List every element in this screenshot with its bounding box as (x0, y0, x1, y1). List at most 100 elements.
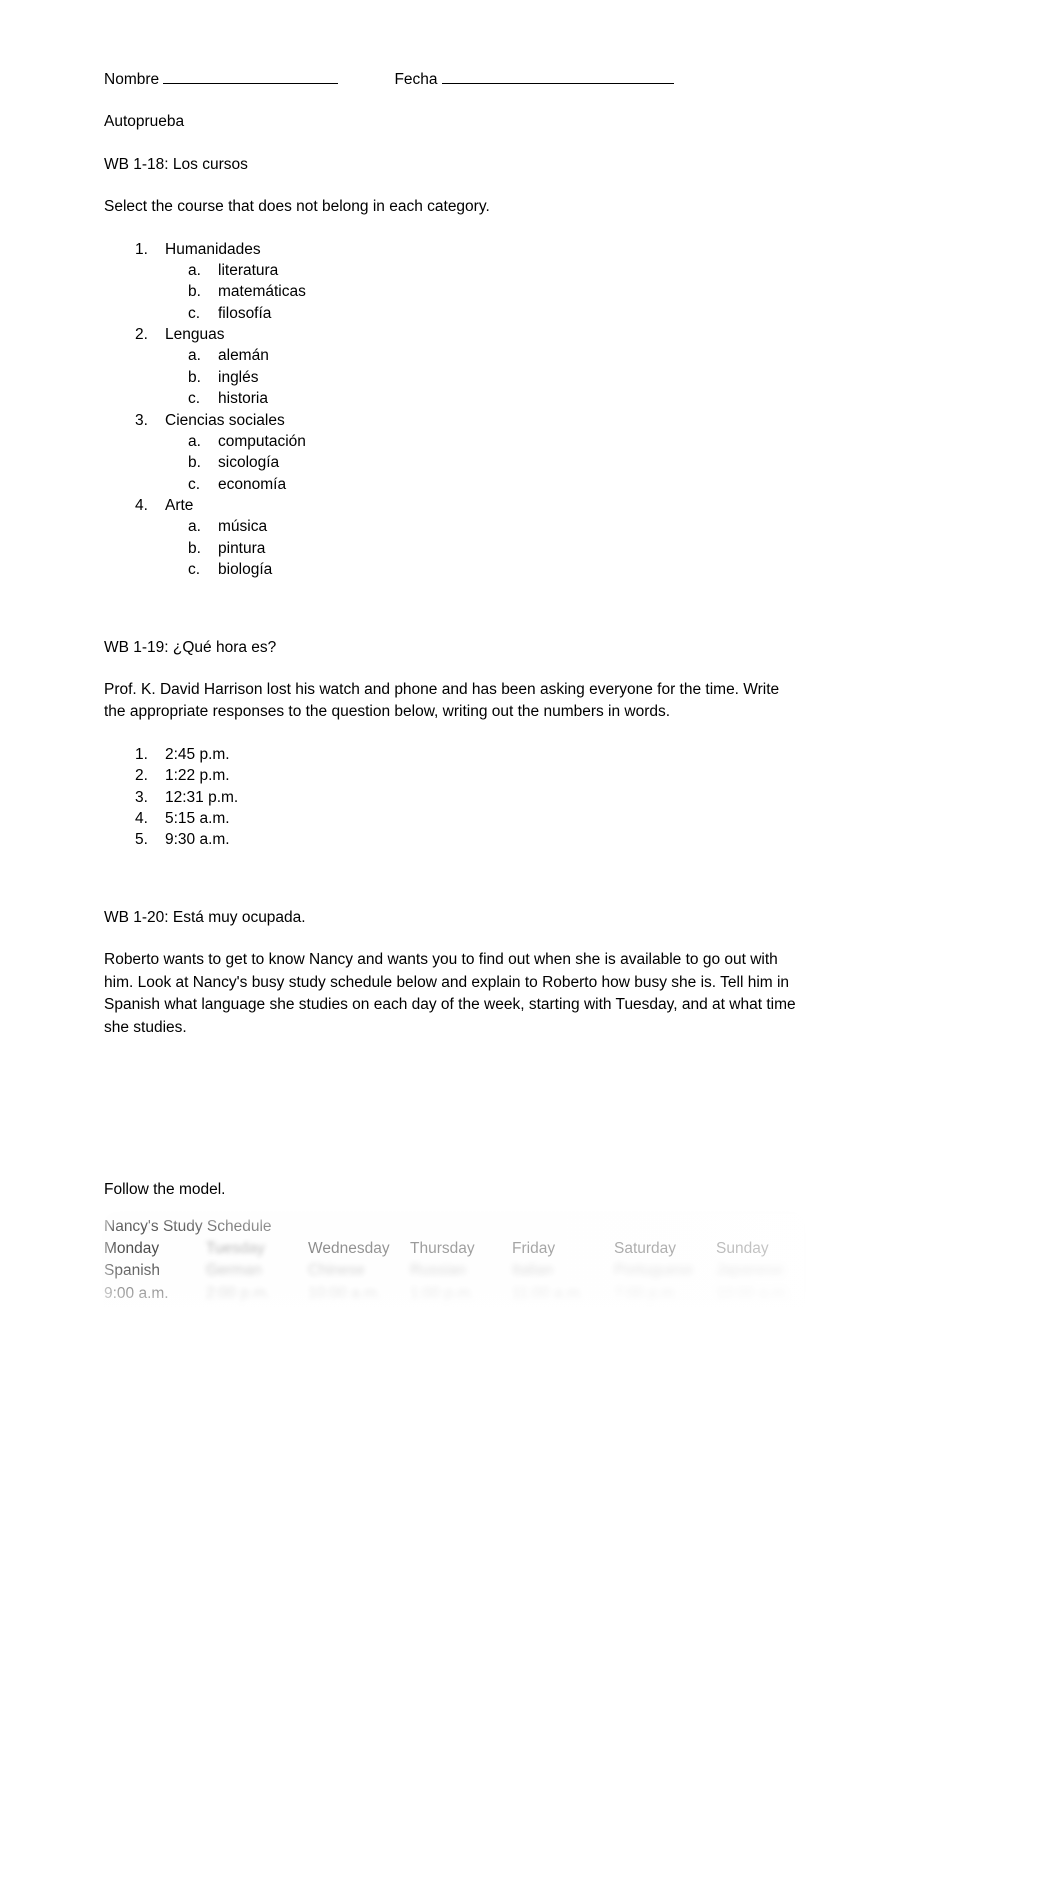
activity-3-instructions: Roberto wants to get to know Nancy and w… (104, 951, 796, 1036)
fecha-fill-line[interactable] (441, 70, 674, 85)
choice-label[interactable]: economía (218, 474, 804, 495)
time-cell-sunday: 10:00 a.m. (716, 1284, 790, 1302)
list-marker: a. (188, 432, 201, 450)
list-item: c. filosofía (104, 303, 804, 324)
choice-label[interactable]: historia (218, 388, 804, 409)
table-row: Spanish German Chinese Russian Italian P… (104, 1260, 818, 1282)
activity-1-sublist: a. computación b. sicología c. economía (104, 431, 804, 495)
list-item: a. computación (104, 431, 804, 452)
time-cell-monday: 9:00 a.m. (104, 1284, 169, 1302)
list-marker: 1. (135, 240, 148, 258)
choice-label[interactable]: pintura (218, 538, 804, 559)
list-item: 4. Arte (104, 495, 804, 516)
list-item: a. literatura (104, 260, 804, 281)
activity-2-list: 1. 2:45 p.m. 2. 1:22 p.m. 3. 12:31 p.m. … (104, 744, 804, 851)
choice-label[interactable]: sicología (218, 452, 804, 473)
choice-label[interactable]: filosofía (218, 303, 804, 324)
name-date-row: Nombre Fecha (104, 70, 804, 91)
list-item: 1. Humanidades (104, 239, 804, 260)
time-cell-saturday: 7:00 p.m. (614, 1284, 679, 1302)
column-header-monday: Monday (104, 1240, 160, 1258)
time-value[interactable]: 1:22 p.m. (165, 765, 804, 786)
list-item: a. alemán (104, 345, 804, 366)
activity-1-sublist: a. alemán b. inglés c. historia (104, 345, 804, 409)
schedule-body: Spanish German Chinese Russian Italian P… (104, 1260, 818, 1304)
schedule-head: Monday Tuesday Wednesday Thursday Friday… (104, 1238, 818, 1260)
subject-cell-wednesday: Chinese (308, 1262, 365, 1280)
list-item: b. pintura (104, 538, 804, 559)
list-item: 3. 12:31 p.m. (104, 787, 804, 808)
list-item: 1. 2:45 p.m. (104, 744, 804, 765)
column-header-tuesday: Tuesday (206, 1240, 265, 1258)
time-value[interactable]: 9:30 a.m. (165, 829, 804, 850)
category-label: Ciencias sociales (165, 411, 285, 429)
table-row: 9:00 a.m. 2:00 p.m. 10:00 a.m. 1:00 p.m.… (104, 1283, 818, 1305)
document-page: Nombre Fecha Autoprueba WB 1-18: Los cur… (0, 0, 1062, 1880)
choice-label[interactable]: matemáticas (218, 281, 804, 302)
list-item: b. sicología (104, 452, 804, 473)
list-marker: c. (188, 475, 201, 493)
choice-label[interactable]: biología (218, 559, 804, 580)
list-item: c. biología (104, 559, 804, 580)
nombre-fill-line[interactable] (163, 70, 339, 85)
activity-1-sublist: a. literatura b. matemáticas c. filosofí… (104, 260, 804, 324)
list-item: b. matemáticas (104, 281, 804, 302)
time-value[interactable]: 2:45 p.m. (165, 744, 804, 765)
list-marker: 2. (135, 767, 148, 785)
choice-label[interactable]: computación (218, 431, 804, 452)
list-item: 3. Ciencias sociales (104, 410, 804, 431)
activity-2-heading: WB 1-19: ¿Qué hora es? (104, 638, 277, 656)
document-content: Nombre Fecha Autoprueba WB 1-18: Los cur… (94, 70, 814, 1331)
list-marker: c. (188, 304, 201, 322)
table-row: Monday Tuesday Wednesday Thursday Friday… (104, 1238, 818, 1260)
list-marker: a. (188, 261, 201, 279)
time-cell-tuesday: 2:00 p.m. (206, 1284, 271, 1302)
list-marker: 5. (135, 831, 148, 849)
list-marker: c. (188, 390, 201, 408)
nombre-label: Nombre (104, 71, 164, 89)
time-value[interactable]: 5:15 a.m. (165, 808, 804, 829)
time-cell-thursday: 1:00 p.m. (410, 1284, 475, 1302)
list-item: 2. 1:22 p.m. (104, 765, 804, 786)
subject-cell-friday: Italian (512, 1262, 554, 1280)
fecha-label: Fecha (394, 71, 442, 89)
answer-space[interactable] (104, 1059, 804, 1179)
list-marker: 2. (135, 326, 148, 343)
list-marker: 4. (135, 810, 148, 828)
list-item: a. música (104, 516, 804, 537)
model-note: Follow the model. (104, 1181, 226, 1199)
list-marker: b. (188, 283, 201, 301)
list-item: 5. 9:30 a.m. (104, 829, 804, 850)
list-item: 2. Lenguas (104, 324, 804, 345)
list-marker: a. (188, 518, 201, 536)
schedule-caption: Nancy's Study Schedule (104, 1217, 272, 1235)
list-item: c. economía (104, 474, 804, 495)
list-marker: 4. (135, 497, 148, 514)
column-header-friday: Friday (512, 1240, 556, 1258)
subject-cell-saturday: Portuguese (614, 1262, 694, 1280)
choice-label[interactable]: alemán (218, 345, 804, 366)
choice-label[interactable]: música (218, 516, 804, 537)
list-item: c. historia (104, 388, 804, 409)
subject-cell-thursday: Russian (410, 1262, 466, 1280)
subject-cell-sunday: Japanese (716, 1262, 784, 1280)
activity-2-instructions: Prof. K. David Harrison lost his watch a… (104, 680, 780, 721)
list-marker: b. (188, 368, 201, 386)
schedule-table-wrapper: Nancy's Study Schedule Monday Tuesday We… (94, 1199, 814, 1331)
activity-1-heading: WB 1-18: Los cursos (104, 155, 248, 173)
choice-label[interactable]: inglés (218, 367, 804, 388)
list-marker: b. (188, 454, 201, 472)
time-cell-friday: 11:00 a.m. (512, 1284, 585, 1302)
choice-label[interactable]: literatura (218, 260, 804, 281)
activity-1-instructions: Select the course that does not belong i… (104, 198, 490, 216)
list-item: b. inglés (104, 367, 804, 388)
subject-cell-monday: Spanish (104, 1262, 161, 1280)
list-marker: b. (188, 539, 201, 557)
list-marker: 3. (135, 788, 148, 806)
category-label: Humanidades (165, 240, 261, 258)
list-marker: 3. (135, 411, 148, 429)
time-value[interactable]: 12:31 p.m. (165, 787, 804, 808)
column-header-saturday: Saturday (614, 1240, 677, 1258)
